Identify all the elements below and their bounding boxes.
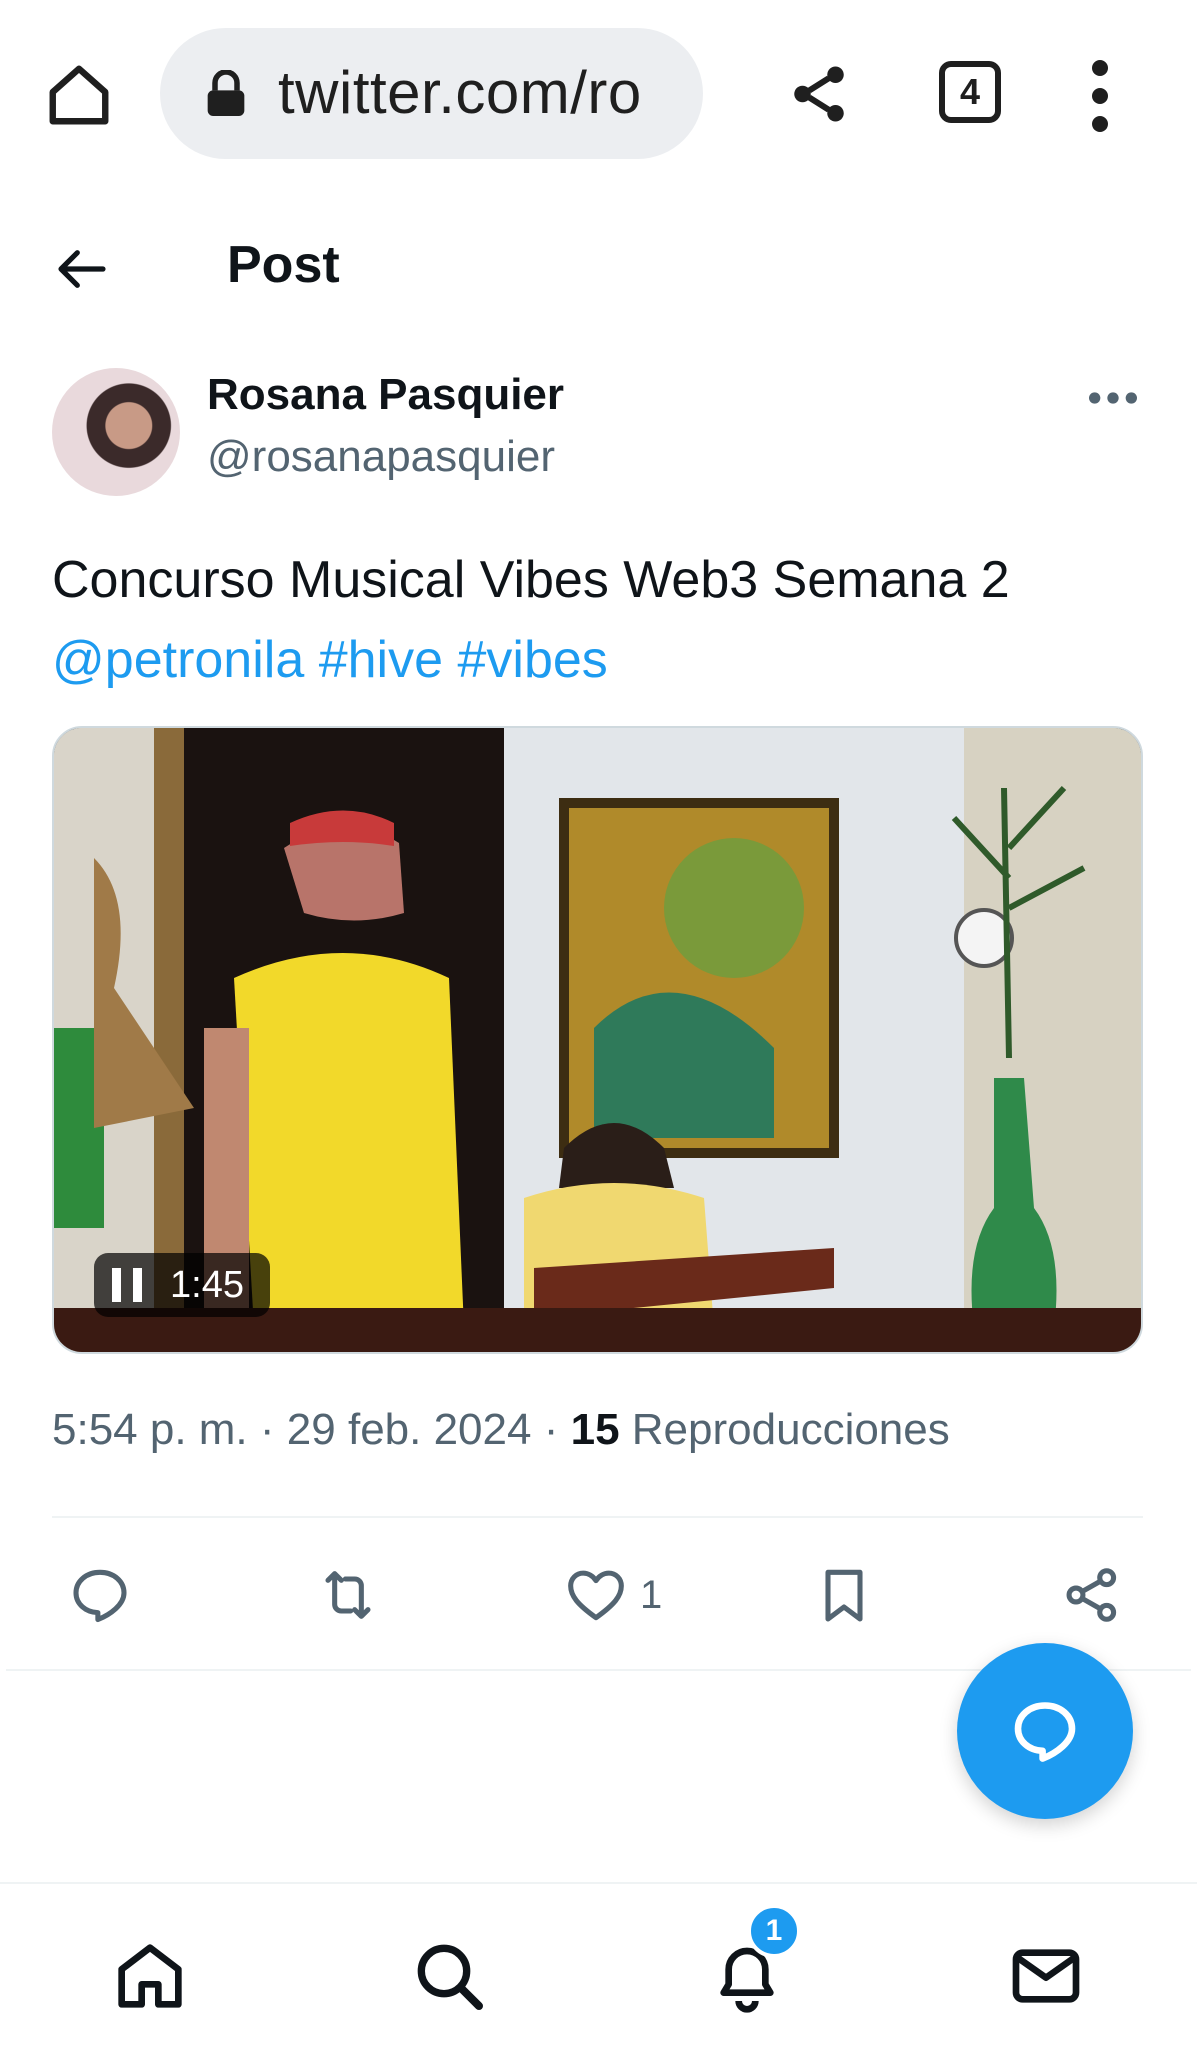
arrow-left-icon[interactable] (52, 241, 112, 297)
retweet-button[interactable] (316, 1560, 380, 1630)
home-icon (118, 1944, 182, 2008)
like-icon (568, 1570, 624, 1621)
browser-menu-icon[interactable] (1080, 58, 1120, 134)
browser-share-icon[interactable] (786, 58, 852, 130)
post-text: Concurso Musical Vibes Web3 Semana 2 @pe… (52, 540, 1152, 700)
bookmark-button[interactable] (812, 1560, 876, 1630)
bookmark-icon (825, 1569, 863, 1622)
post-links-line: @petronila #hive #vibes (52, 620, 1152, 700)
mail-icon (1012, 1949, 1080, 2003)
nav-search[interactable] (409, 1936, 489, 2016)
action-bar: 1 (0, 1560, 1197, 1630)
post-time[interactable]: 5:54 p. m. (52, 1405, 248, 1454)
hashtag-link[interactable]: #hive (319, 631, 443, 689)
hashtag-link[interactable]: #vibes (457, 631, 607, 689)
like-button[interactable]: 1 (564, 1560, 662, 1630)
share-icon (1066, 1568, 1117, 1622)
divider (52, 1516, 1143, 1518)
views-label: Reproducciones (631, 1405, 950, 1454)
browser-toolbar: twitter.com/ro 4 (0, 0, 1197, 190)
mention-link[interactable]: @petronila (52, 631, 304, 689)
post-date[interactable]: 29 feb. 2024 (287, 1405, 532, 1454)
author-handle[interactable]: @rosanapasquier (207, 432, 555, 482)
pause-icon[interactable] (112, 1268, 142, 1302)
reply-button[interactable] (68, 1560, 132, 1630)
tabs-count: 4 (959, 71, 981, 112)
share-button[interactable] (1060, 1560, 1124, 1630)
reply-icon (1014, 1702, 1076, 1762)
lock-icon (204, 69, 248, 118)
video-controls[interactable]: 1:45 (94, 1253, 270, 1317)
post-text-line: Concurso Musical Vibes Web3 Semana 2 (52, 551, 1010, 609)
meta-separator: · (259, 1405, 275, 1454)
page-title: Post (227, 236, 340, 294)
address-bar[interactable]: twitter.com/ro (160, 28, 703, 159)
bottom-nav (0, 1882, 1197, 2048)
video-time: 1:45 (170, 1263, 244, 1306)
meta-separator: · (543, 1405, 559, 1454)
avatar[interactable] (52, 368, 180, 496)
reply-icon (73, 1569, 127, 1623)
tabs-counter-button[interactable]: 4 (939, 61, 1001, 123)
post-meta: 5:54 p. m. · 29 feb. 2024 · 15 Reproducc… (52, 1405, 950, 1455)
views-count: 15 (570, 1405, 620, 1454)
like-count: 1 (640, 1572, 663, 1617)
search-icon (417, 1944, 483, 2010)
author-name[interactable]: Rosana Pasquier (207, 370, 564, 420)
retweet-icon (325, 1571, 371, 1619)
browser-home-icon[interactable] (44, 60, 114, 130)
more-options-icon[interactable] (1088, 383, 1138, 413)
compose-reply-button[interactable] (957, 1643, 1133, 1819)
url-text: twitter.com/ro (278, 59, 642, 126)
nav-home[interactable] (110, 1936, 190, 2016)
nav-messages[interactable] (1006, 1936, 1086, 2016)
notifications-badge: 1 (747, 1904, 801, 1958)
video-player[interactable]: 1:45 (52, 726, 1143, 1354)
post-header: Post (0, 215, 1197, 325)
